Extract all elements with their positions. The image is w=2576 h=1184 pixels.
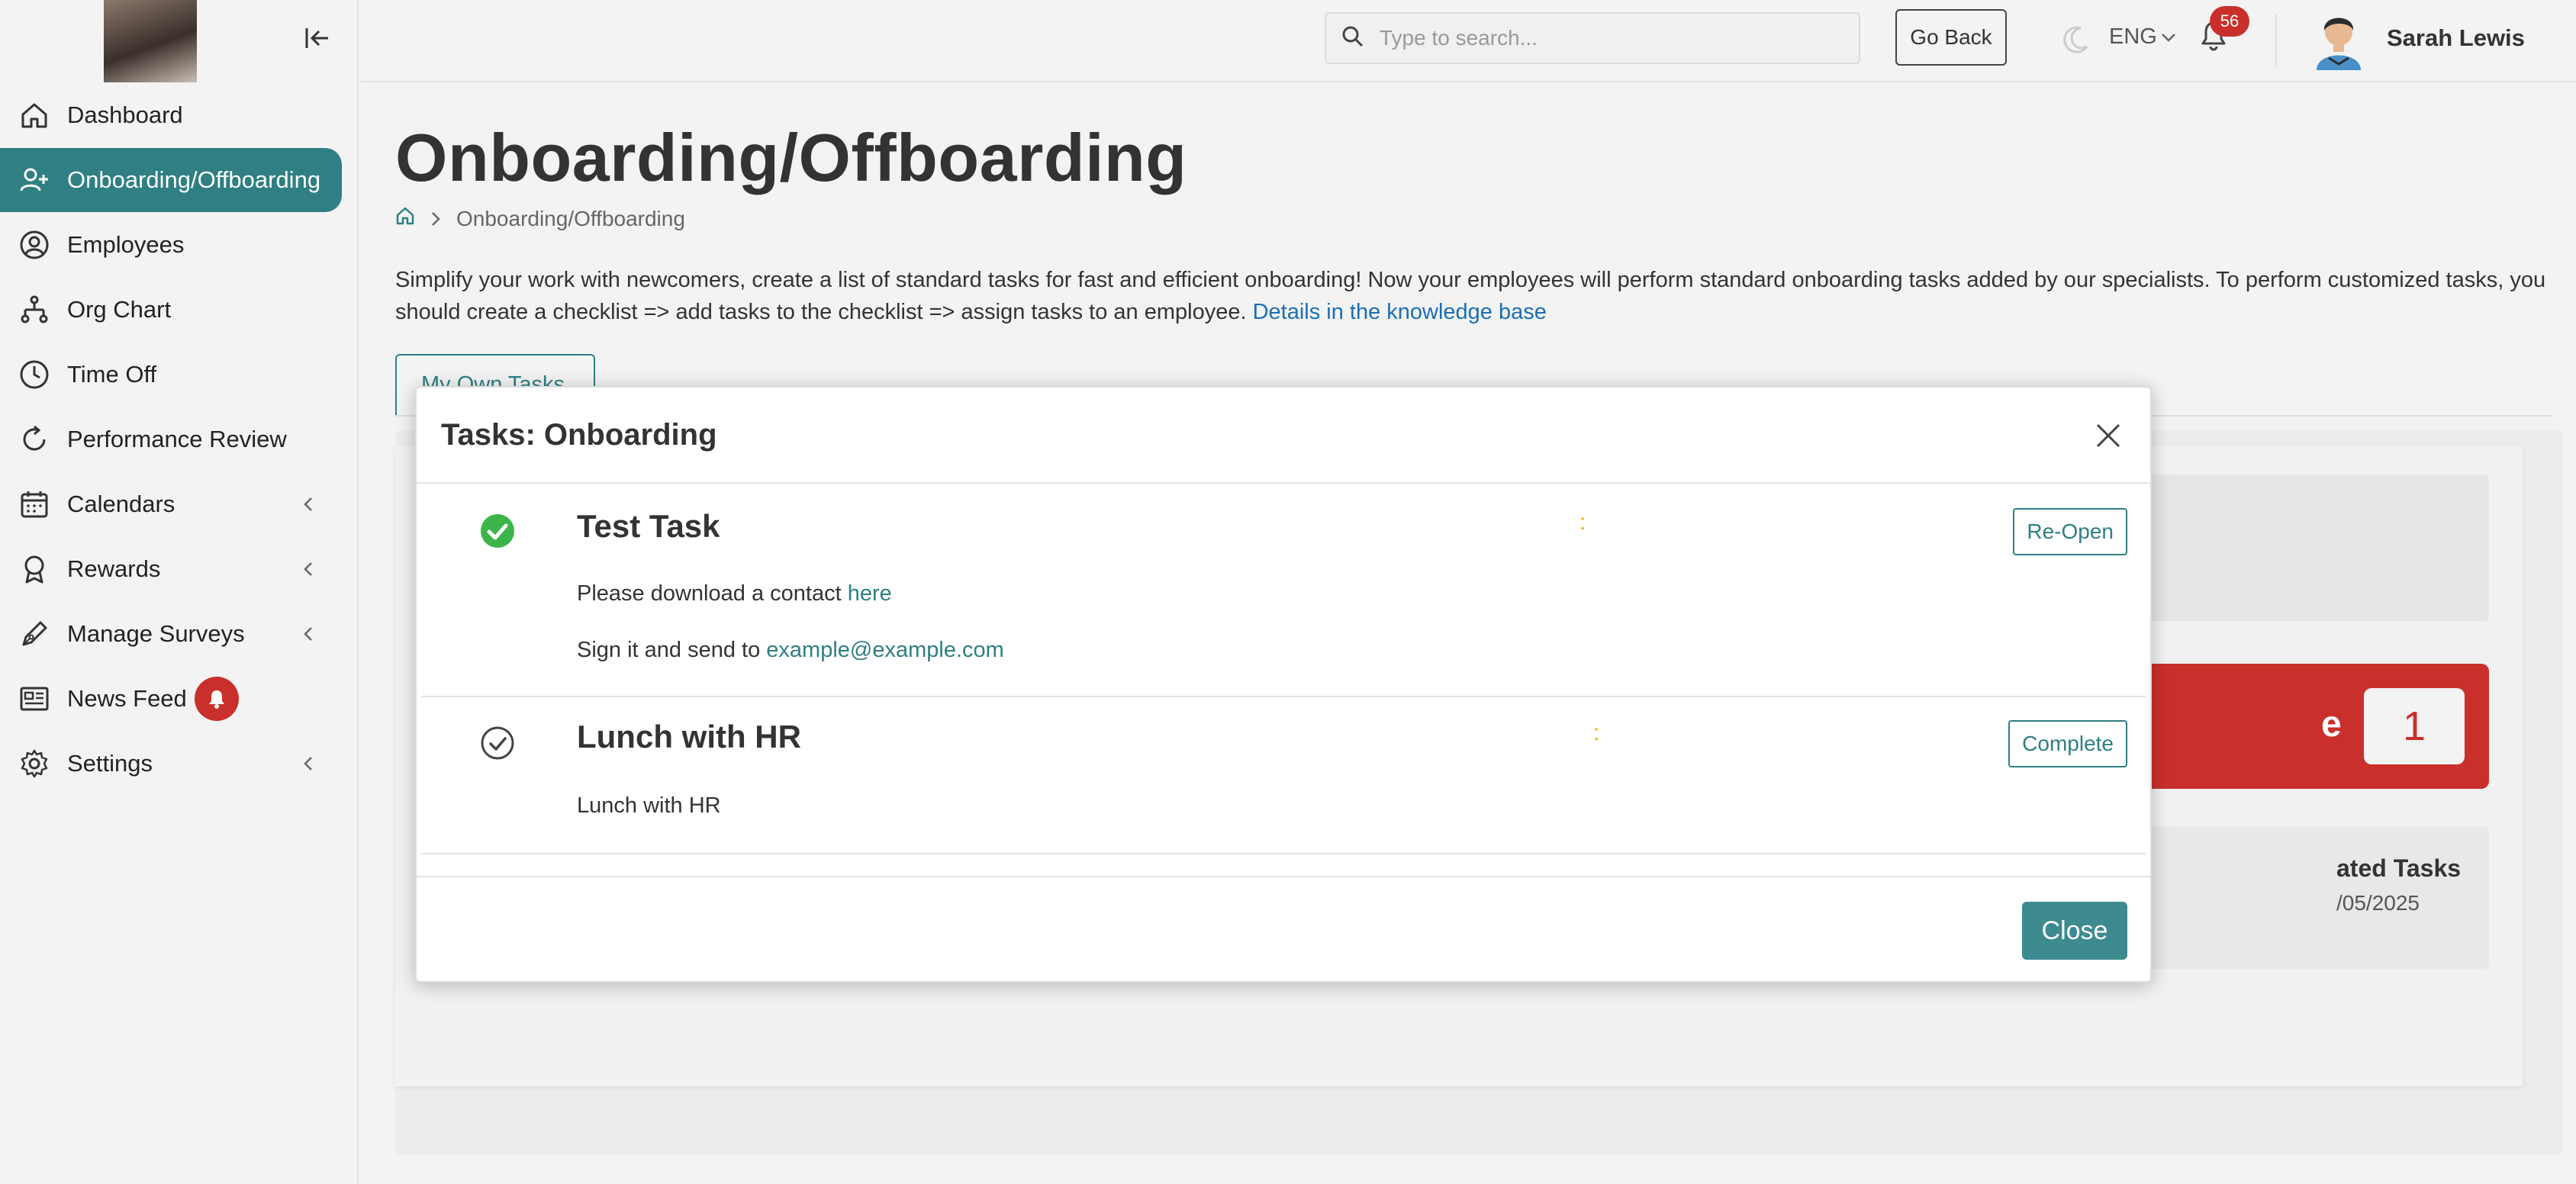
- task-item: Lunch with HR : Complete Lunch with HR: [421, 697, 2146, 854]
- modal-footer: Close: [417, 876, 2150, 981]
- email-link[interactable]: example@example.com: [766, 638, 1004, 662]
- task-line-text: Lunch with HR: [577, 793, 721, 818]
- complete-button[interactable]: Complete: [2008, 720, 2127, 767]
- download-contact-link[interactable]: here: [848, 581, 892, 606]
- task-menu-icon[interactable]: :: [1593, 720, 1599, 746]
- task-title: Lunch with HR: [577, 719, 801, 754]
- task-description-line: Sign it and send to example@example.com: [577, 638, 1004, 663]
- task-description-line: Please download a contact here: [577, 581, 892, 606]
- task-description-line: Lunch with HR: [577, 793, 721, 819]
- task-title: Test Task: [577, 508, 720, 544]
- task-line-text: Sign it and send to: [577, 638, 761, 662]
- task-menu-icon[interactable]: :: [1579, 510, 1586, 536]
- tasks-modal: Tasks: Onboarding Test Task : Re-Open Pl…: [415, 386, 2152, 983]
- reopen-button[interactable]: Re-Open: [2013, 508, 2127, 555]
- modal-header: Tasks: Onboarding: [417, 388, 2150, 484]
- check-circle-filled-icon: [479, 513, 516, 549]
- task-item: Test Task : Re-Open Please download a co…: [421, 484, 2146, 697]
- modal-title: Tasks: Onboarding: [441, 418, 717, 452]
- check-circle-outline-icon: [479, 725, 516, 761]
- close-icon[interactable]: [2089, 417, 2127, 455]
- task-line-text: Please download a contact: [577, 581, 842, 606]
- close-button[interactable]: Close: [2022, 902, 2127, 960]
